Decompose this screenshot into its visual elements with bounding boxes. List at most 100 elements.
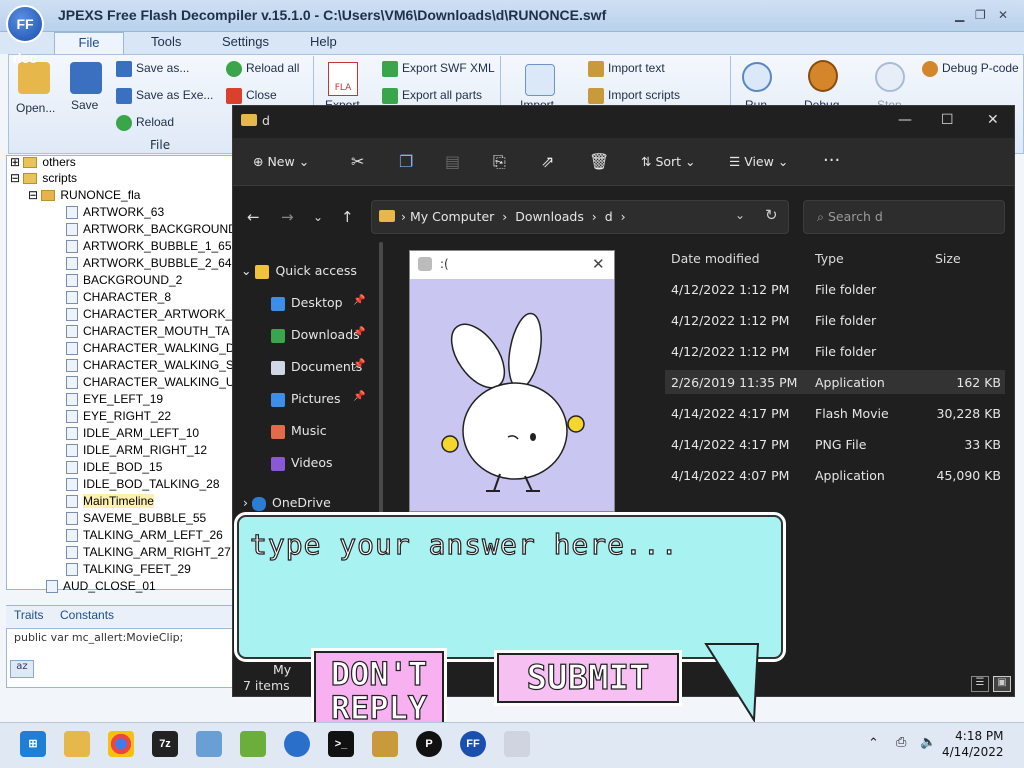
back-icon[interactable]: ← xyxy=(247,208,260,226)
answer-input[interactable]: type your answer here... xyxy=(249,527,679,561)
up-icon[interactable]: ↑ xyxy=(341,208,354,226)
tree-node-script[interactable]: TALKING_ARM_RIGHT_27 xyxy=(66,545,231,560)
tree-node-script[interactable]: ARTWORK_BUBBLE_1_65 xyxy=(66,239,232,254)
sort-button[interactable]: ⇅ Sort ⌄ xyxy=(641,154,696,169)
file-row[interactable]: 4/14/2022 4:17 PM Flash Movie 30,228 KB xyxy=(665,401,1005,425)
close-icon[interactable]: ✕ xyxy=(998,8,1008,22)
import-text-button[interactable]: Import text xyxy=(588,61,665,77)
network-icon[interactable] xyxy=(284,731,310,757)
tab-tools[interactable]: Tools xyxy=(151,34,181,49)
tree-node-script[interactable]: ARTWORK_BACKGROUND xyxy=(66,222,237,237)
view-button[interactable]: ☰ View ⌄ xyxy=(729,154,788,169)
nav-item-music[interactable]: Music xyxy=(271,423,327,439)
dont-reply-button[interactable]: DON'T REPLY xyxy=(311,648,447,730)
export-all-parts-button[interactable]: Export all parts xyxy=(382,88,482,104)
p-app-icon[interactable]: P xyxy=(416,731,442,757)
tree-node-script[interactable]: CHARACTER_MOUTH_TA xyxy=(66,324,229,339)
import-icon[interactable] xyxy=(525,64,555,96)
tree-node-script[interactable]: IDLE_BOD_15 xyxy=(66,460,162,475)
save-as-button[interactable]: Save as... xyxy=(116,61,189,77)
bunny-taskbar-icon[interactable] xyxy=(504,731,530,757)
tree-node-aud-close[interactable]: AUD_CLOSE_01 xyxy=(46,579,156,594)
address-dropdown-icon[interactable]: ⌄ xyxy=(735,208,745,222)
submit-button[interactable]: SUBMIT xyxy=(494,650,682,706)
ffdec-taskbar-icon[interactable]: FF xyxy=(460,731,486,757)
package-icon[interactable] xyxy=(372,731,398,757)
nav-onedrive[interactable]: › OneDrive xyxy=(243,495,331,511)
tiles-view-icon[interactable]: ▣ xyxy=(993,676,1011,692)
tree-node-script[interactable]: CHARACTER_WALKING_U xyxy=(66,375,235,390)
rename-icon[interactable]: ⎘ xyxy=(493,152,506,172)
file-row[interactable]: 4/12/2022 1:12 PM File folder xyxy=(665,277,1005,301)
clock[interactable]: 4:18 PM 4/14/2022 xyxy=(942,728,1004,760)
minimize-icon[interactable]: — xyxy=(898,112,912,128)
tree-node-script[interactable]: EYE_RIGHT_22 xyxy=(66,409,171,424)
more-icon[interactable]: ··· xyxy=(823,150,840,171)
debug-pcode-button[interactable]: Debug P-code xyxy=(922,61,1019,77)
close-icon[interactable]: ✕ xyxy=(592,255,605,273)
tab-constants[interactable]: Constants xyxy=(60,608,114,622)
copy-icon[interactable]: ❐ xyxy=(399,152,413,171)
tab-traits[interactable]: Traits xyxy=(14,608,44,622)
save-as-exe-button[interactable]: Save as Exe... xyxy=(116,88,213,104)
tree-node-others[interactable]: ⊞ others xyxy=(10,155,76,169)
refresh-icon[interactable]: ↻ xyxy=(765,206,778,224)
col-size[interactable]: Size xyxy=(935,251,961,266)
import-scripts-button[interactable]: Import scripts xyxy=(588,88,680,104)
tree-node-script[interactable]: IDLE_ARM_RIGHT_12 xyxy=(66,443,207,458)
file-row[interactable]: 4/14/2022 4:17 PM PNG File 33 KB xyxy=(665,432,1005,456)
7zip-icon[interactable]: 7z xyxy=(152,731,178,757)
file-row[interactable]: 2/26/2019 11:35 PM Application 162 KB xyxy=(665,370,1005,394)
tree-node-script[interactable]: ARTWORK_63 xyxy=(66,205,164,220)
tab-file[interactable]: File xyxy=(54,32,124,54)
restore-icon[interactable]: ❐ xyxy=(975,8,986,22)
breadcrumb-downloads[interactable]: Downloads xyxy=(515,209,584,224)
share-icon[interactable]: ⇗ xyxy=(541,152,554,171)
file-row[interactable]: 4/14/2022 4:07 PM Application 45,090 KB xyxy=(665,463,1005,487)
breadcrumb-my-computer[interactable]: My Computer xyxy=(410,209,494,224)
chrome-icon[interactable] xyxy=(108,731,134,757)
trait-line[interactable]: public var mc_allert:MovieClip; xyxy=(14,631,229,644)
terminal-icon[interactable]: >_ xyxy=(328,731,354,757)
tree-node-script[interactable]: SAVEME_BUBBLE_55 xyxy=(66,511,206,526)
tree-node-script[interactable]: ARTWORK_BUBBLE_2_64 xyxy=(66,256,232,271)
nav-item-videos[interactable]: Videos xyxy=(271,455,333,471)
breadcrumb-d[interactable]: d xyxy=(605,209,613,224)
save-button[interactable] xyxy=(70,62,106,94)
bug-icon[interactable] xyxy=(808,60,838,92)
image-viewer-icon[interactable] xyxy=(196,731,222,757)
maximize-icon[interactable]: ☐ xyxy=(941,112,954,128)
nav-item-downloads[interactable]: Downloads 📌 xyxy=(271,327,365,343)
reload-all-button[interactable]: Reload all xyxy=(226,61,299,77)
stop-icon[interactable] xyxy=(875,62,905,92)
start-icon[interactable]: ⊞ xyxy=(20,731,46,757)
fla-export-button[interactable]: FLA xyxy=(328,62,358,96)
minimize-icon[interactable]: ▁ xyxy=(955,8,964,22)
close-icon[interactable]: ✕ xyxy=(987,112,999,128)
paste-icon[interactable]: ▤ xyxy=(445,152,460,171)
tree-node-script[interactable]: BACKGROUND_2 xyxy=(66,273,182,288)
file-row[interactable]: 4/12/2022 1:12 PM File folder xyxy=(665,308,1005,332)
sort-az-icon[interactable]: az xyxy=(10,660,34,678)
tree-node-script[interactable]: IDLE_ARM_LEFT_10 xyxy=(66,426,199,441)
col-type[interactable]: Type xyxy=(815,251,844,266)
tree-node-scripts[interactable]: ⊟ scripts xyxy=(10,171,77,185)
tree-node-script[interactable]: CHARACTER_WALKING_S xyxy=(66,358,234,373)
details-view-icon[interactable]: ☰ xyxy=(971,676,989,692)
delete-icon[interactable]: 🗑 xyxy=(589,152,609,171)
tree-node-script[interactable]: MainTimeline xyxy=(66,494,154,509)
export-swf-xml-button[interactable]: Export SWF XML xyxy=(382,61,495,77)
file-row[interactable]: 4/12/2022 1:12 PM File folder xyxy=(665,339,1005,363)
close-button[interactable]: Close xyxy=(226,88,277,104)
nav-partial[interactable]: My xyxy=(273,662,313,677)
tree-node-script[interactable]: CHARACTER_WALKING_D xyxy=(66,341,235,356)
run-icon[interactable] xyxy=(742,62,772,92)
nav-item-pictures[interactable]: Pictures 📌 xyxy=(271,391,365,407)
tree-node-script[interactable]: IDLE_BOD_TALKING_28 xyxy=(66,477,220,492)
tree-node-script[interactable]: CHARACTER_8 xyxy=(66,290,171,305)
tab-settings[interactable]: Settings xyxy=(222,34,269,49)
tree-node-script[interactable]: EYE_LEFT_19 xyxy=(66,392,163,407)
tree-node-runonce-fla[interactable]: ⊟ RUNONCE_fla xyxy=(28,188,140,202)
new-button[interactable]: ⊕ New ⌄ xyxy=(253,154,309,169)
tab-help[interactable]: Help xyxy=(310,34,337,49)
